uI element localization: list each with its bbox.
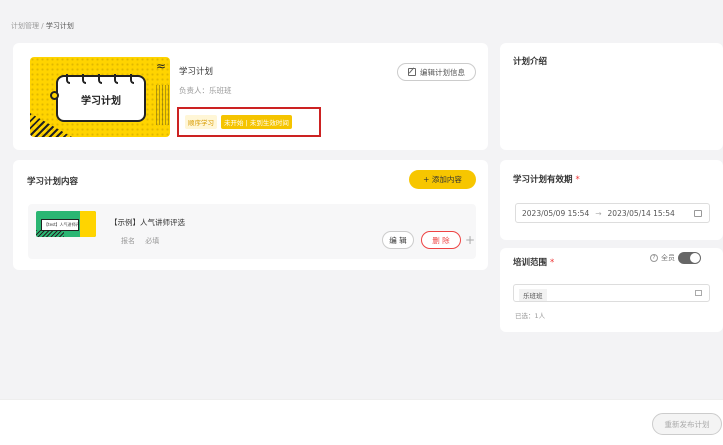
squiggle-icon: ≈	[155, 59, 166, 73]
edit-plan-info-button[interactable]: 编辑计划信息	[397, 63, 476, 81]
item-delete-button[interactable]: 删 除	[421, 231, 461, 249]
validity-card: 学习计划有效期 * 2023/05/09 15:54 → 2023/05/14 …	[500, 160, 723, 240]
intro-title: 计划介绍	[513, 57, 548, 67]
add-content-button[interactable]: + 添加内容	[409, 170, 476, 189]
selected-count: 已选：1人	[515, 312, 546, 320]
breadcrumb-separator: /	[41, 22, 44, 30]
date-range-picker[interactable]: 2023/05/09 15:54 → 2023/05/14 15:54	[515, 203, 710, 223]
list-item: 【test】人气讲师评选 【示例】人气讲师评选 报名 必填 编 辑 删 除 +	[28, 204, 476, 259]
all-staff-label: 全员	[661, 254, 675, 262]
all-staff-control: ? 全员	[650, 252, 701, 264]
scope-chip: 乐班班	[519, 289, 547, 301]
required-mark: *	[549, 258, 555, 268]
plan-cover-image: ≈ 学习计划	[30, 57, 170, 137]
footer-bar: 重新发布计划	[0, 399, 723, 445]
plan-owner: 负责人：乐班班	[179, 86, 232, 95]
thumbnail-text: 【test】人气讲师评选	[41, 219, 79, 231]
start-date: 2023/05/09 15:54	[522, 208, 590, 218]
validity-title: 学习计划有效期 *	[513, 173, 580, 185]
help-icon: ?	[650, 254, 658, 262]
plus-icon[interactable]: +	[465, 231, 475, 249]
item-title[interactable]: 【示例】人气讲师评选	[110, 217, 185, 228]
calendar-icon	[694, 210, 702, 217]
select-icon	[695, 290, 702, 296]
status-badge: 未开始 | 未到生效时间	[221, 115, 292, 129]
breadcrumb-parent[interactable]: 计划管理	[11, 22, 39, 30]
required-mark: *	[575, 175, 580, 185]
plan-intro-card: 计划介绍	[500, 43, 723, 150]
status-tags-highlight: 顺序学习 未开始 | 未到生效时间	[177, 107, 321, 137]
scope-select[interactable]: 乐班班	[513, 284, 710, 302]
republish-plan-button[interactable]: 重新发布计划	[652, 413, 722, 435]
content-title: 学习计划内容	[27, 177, 79, 187]
breadcrumb: 计划管理 / 学习计划	[11, 21, 74, 31]
training-scope-card: 培训范围 * ? 全员 乐班班 已选：1人	[500, 248, 723, 332]
plan-content-card: 学习计划内容 + 添加内容 【test】人气讲师评选 【示例】人气讲师评选 报名…	[13, 160, 488, 270]
plan-header-card: ≈ 学习计划 学习计划 负责人：乐班班 编辑计划信息 顺序学习 未开始 | 未到…	[13, 43, 488, 150]
all-staff-toggle[interactable]	[678, 252, 701, 264]
breadcrumb-current: 学习计划	[45, 22, 74, 30]
plan-title: 学习计划	[179, 67, 214, 77]
validity-title-text: 学习计划有效期	[513, 175, 573, 185]
scope-title: 培训范围 *	[513, 256, 554, 268]
cover-title: 学习计划	[81, 96, 121, 107]
end-date: 2023/05/14 15:54	[607, 208, 675, 218]
order-tag: 顺序学习	[185, 115, 217, 129]
item-meta: 报名 必填	[121, 237, 160, 245]
item-thumbnail: 【test】人气讲师评选	[36, 211, 96, 237]
item-edit-button[interactable]: 编 辑	[382, 231, 414, 249]
edit-icon	[408, 68, 416, 76]
date-arrow: →	[595, 208, 602, 218]
scope-title-text: 培训范围	[513, 258, 548, 268]
edit-plan-info-label: 编辑计划信息	[420, 67, 465, 77]
